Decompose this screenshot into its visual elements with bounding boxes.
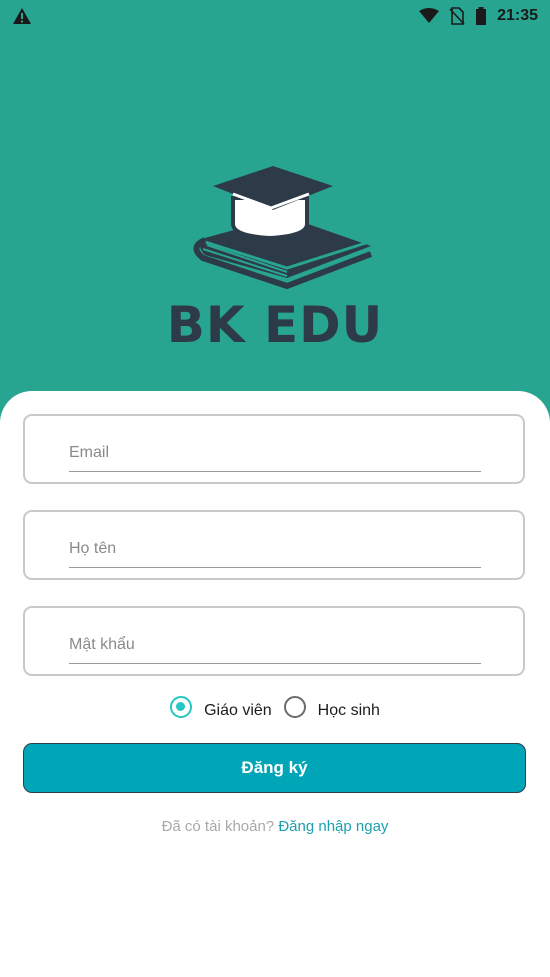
no-sim-icon — [449, 7, 465, 25]
have-account-text: Đã có tài khoản? — [161, 818, 275, 835]
register-button[interactable]: Đăng ký — [23, 743, 526, 793]
email-input[interactable] — [69, 434, 481, 472]
wifi-icon — [419, 8, 440, 23]
status-bar: 21:35 — [0, 0, 550, 32]
role-label-teacher: Giáo viên — [204, 702, 272, 719]
graduation-book-icon — [193, 166, 373, 289]
role-label-student: Học sinh — [317, 702, 380, 719]
password-field-box — [23, 606, 525, 676]
status-time: 21:35 — [497, 7, 538, 24]
warning-icon — [13, 8, 31, 24]
radio-teacher[interactable] — [170, 696, 193, 718]
role-option-teacher[interactable]: Giáo viên — [170, 694, 272, 720]
login-prompt: Đã có tài khoản? Đăng nhập ngay — [0, 818, 550, 835]
role-selector: Giáo viên Học sinh — [0, 694, 550, 720]
brand-logo: BK EDU — [0, 150, 550, 354]
email-field-box — [23, 414, 525, 484]
password-input[interactable] — [69, 626, 481, 664]
login-link[interactable]: Đăng nhập ngay — [278, 818, 388, 835]
role-option-student[interactable]: Học sinh — [283, 694, 380, 720]
fullname-field-box — [23, 510, 525, 580]
brand-name: BK EDU — [166, 296, 384, 354]
fullname-input[interactable] — [69, 530, 481, 568]
radio-student[interactable] — [283, 696, 306, 718]
battery-icon — [476, 7, 487, 25]
